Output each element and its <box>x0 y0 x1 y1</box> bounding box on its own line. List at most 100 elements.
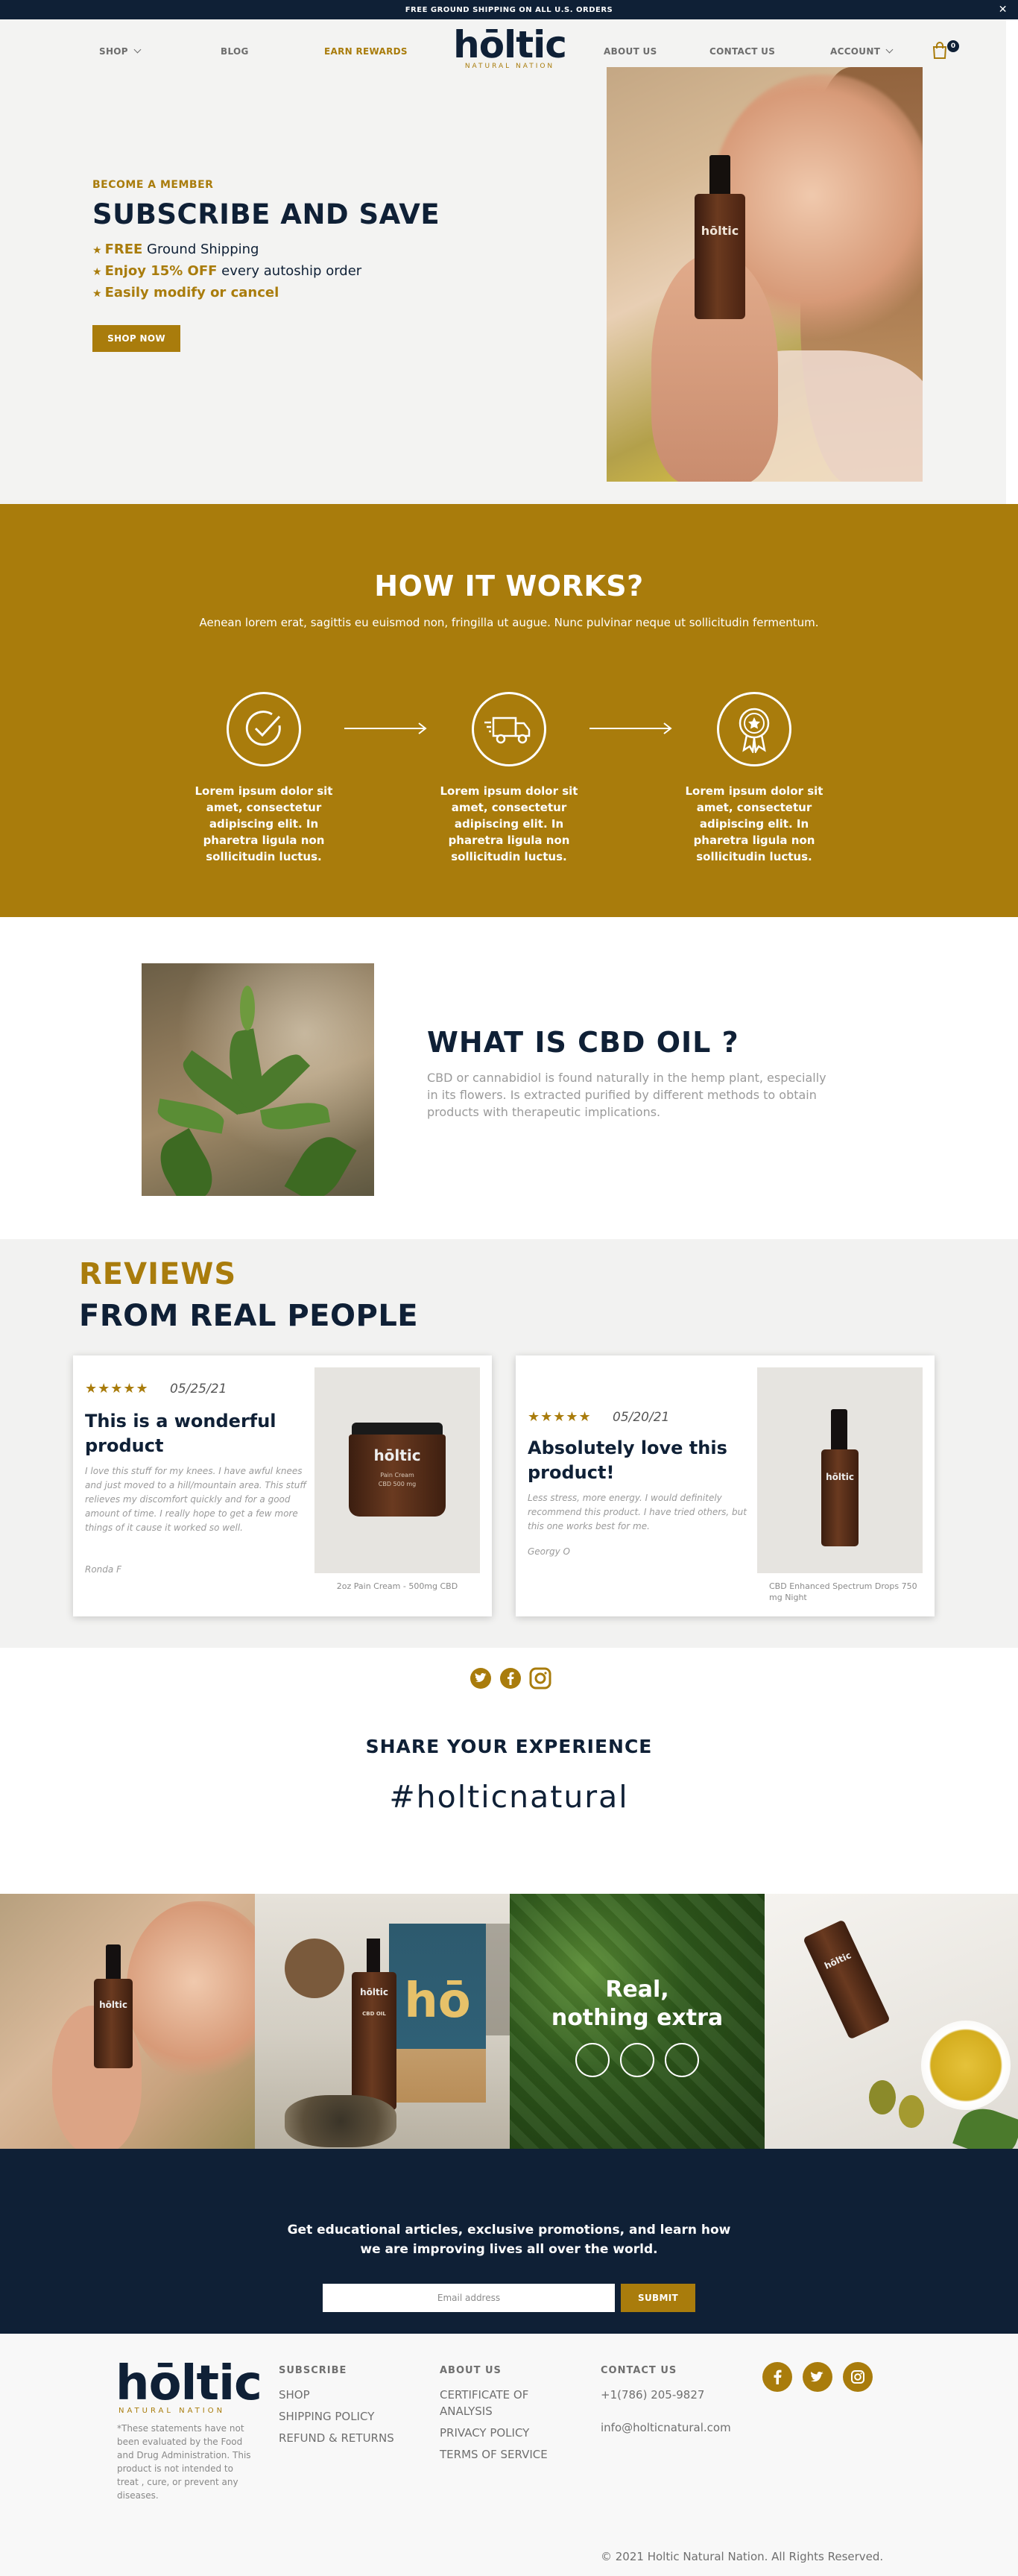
product-caption: CBD Enhanced Spectrum Drops 750 mg Night <box>769 1581 917 1602</box>
star-icon: ★ <box>92 266 102 278</box>
hero-eyebrow: BECOME A MEMBER <box>92 179 214 191</box>
jar-sub: CBD 500 mg <box>378 1481 417 1487</box>
submit-button[interactable]: SUBMIT <box>621 2284 695 2312</box>
footer-link-certificate[interactable]: CERTIFICATE OF ANALYSIS <box>440 2387 551 2419</box>
logo-tagline: NATURAL NATION <box>464 63 555 70</box>
review-author: Georgy O <box>528 1546 570 1557</box>
nav-account[interactable]: ACCOUNT <box>830 45 894 57</box>
facebook-icon[interactable] <box>762 2362 792 2392</box>
made-with-natural-badge <box>285 1939 344 1998</box>
perk-highlight: Enjoy 15% OFF <box>104 263 218 279</box>
perk-list: ★ FREE Ground Shipping ★ Enjoy 15% OFF eve… <box>92 239 510 304</box>
facebook-icon[interactable] <box>499 1667 522 1689</box>
nav-blog[interactable]: BLOG <box>221 46 249 57</box>
product-box: hō <box>389 1924 486 2103</box>
close-icon[interactable]: ✕ <box>999 3 1008 16</box>
shop-now-button[interactable]: SHOP NOW <box>92 325 180 352</box>
cbd-title: WHAT IS CBD OIL ? <box>427 1026 739 1059</box>
footer-link-shop[interactable]: SHOP <box>279 2387 394 2403</box>
review-card: ★★★★★ 05/25/21 This is a wonderful produ… <box>73 1355 492 1616</box>
cart-icon[interactable] <box>932 42 948 60</box>
twitter-icon[interactable] <box>803 2362 832 2392</box>
star-rating: ★★★★★ <box>528 1409 592 1425</box>
review-title: This is a wonderful product <box>85 1411 276 1456</box>
product-image: hōltic Pain Cream CBD 500 mg <box>314 1367 480 1573</box>
logo-wordmark: hōltic <box>453 23 567 66</box>
step-3: Lorem ipsum dolor sit amet, consectetur … <box>680 692 828 865</box>
logo[interactable]: hōltic NATURAL NATION <box>452 25 568 70</box>
step-1: Lorem ipsum dolor sit amet, consectetur … <box>190 692 338 865</box>
cart-count-badge: 0 <box>947 40 959 52</box>
newsletter-section: Get educational articles, exclusive prom… <box>0 2149 1018 2334</box>
perk-text: Ground Shipping <box>142 242 259 257</box>
hero-title: SUBSCRIBE AND SAVE <box>92 198 440 230</box>
footer-link-shipping-policy[interactable]: SHIPPING POLICY <box>279 2408 394 2425</box>
footer-email[interactable]: info@holticnatural.com <box>601 2419 731 2436</box>
gallery-tile[interactable]: Real, nothing extra <box>510 1894 765 2149</box>
nav-about-us[interactable]: ABOUT US <box>604 46 657 57</box>
newsletter-text: Get educational articles, exclusive prom… <box>287 2223 731 2257</box>
arrow-right-icon <box>344 722 427 734</box>
cbd-description: CBD or cannabidiol is found naturally in… <box>427 1071 826 1119</box>
how-it-works-section: HOW IT WORKS? Aenean lorem erat, sagitti… <box>0 504 1018 917</box>
announcement-bar: FREE GROUND SHIPPING ON ALL U.S. ORDERS … <box>0 0 1018 19</box>
how-title: HOW IT WORKS? <box>374 570 644 602</box>
perk-item: ★ Easily modify or cancel <box>92 283 510 304</box>
gallery-tile[interactable]: hō hōltic CBD OIL <box>255 1894 510 2149</box>
product-image: hōltic <box>757 1367 923 1573</box>
star-icon: ★ <box>92 288 102 300</box>
hemp-bud <box>240 986 255 1030</box>
jar-brand: hōltic <box>373 1446 421 1464</box>
nav-shop[interactable]: SHOP <box>99 45 142 57</box>
review-author: Ronda F <box>85 1564 121 1575</box>
review-body: Less stress, more energy. I would defini… <box>528 1493 747 1531</box>
perk-item: ★ Enjoy 15% OFF every autoship order <box>92 261 510 283</box>
perk-item: ★ FREE Ground Shipping <box>92 239 510 261</box>
nav-contact-us[interactable]: CONTACT US <box>709 46 775 57</box>
gallery-tile[interactable]: hōltic <box>0 1894 255 2149</box>
hemp-plant-image <box>142 963 374 1196</box>
footer-link-refund-returns[interactable]: REFUND & RETURNS <box>279 2430 394 2446</box>
cbd-bottle: hōltic <box>94 1979 133 2068</box>
gallery-tile[interactable]: hōltic <box>765 1894 1018 2149</box>
tile-headline-line: Real, <box>605 1977 669 2003</box>
instagram-icon[interactable] <box>529 1667 551 1689</box>
review-card: ★★★★★ 05/20/21 Absolutely love this prod… <box>516 1355 935 1616</box>
instagram-gallery: hōltic hō hōltic CBD OIL Real, nothing e… <box>0 1894 1018 2149</box>
twitter-icon[interactable] <box>470 1667 492 1689</box>
footer-heading: ABOUT US <box>440 2365 502 2376</box>
box-logo: hō <box>404 1974 471 2029</box>
nav-earn-rewards[interactable]: EARN REWARDS <box>324 46 408 57</box>
bottle-label: CBD OIL <box>362 2011 386 2017</box>
star-icon: ★ <box>92 245 102 256</box>
instagram-icon[interactable] <box>843 2362 873 2392</box>
footer-phone[interactable]: +1(786) 205-9827 <box>601 2387 731 2403</box>
cbd-bottle: hōltic <box>803 1919 891 2040</box>
footer-link-terms[interactable]: TERMS OF SERVICE <box>440 2446 551 2463</box>
tile-headline-line: nothing extra <box>551 2005 724 2031</box>
footer-col-contact: CONTACT US +1(786) 205-9827 info@holticn… <box>601 2365 731 2441</box>
footer-link-privacy-policy[interactable]: PRIVACY POLICY <box>440 2425 551 2441</box>
step-text: Lorem ipsum dolor sit amet, consectetur … <box>195 784 333 863</box>
dropper-cap <box>106 1944 121 1983</box>
chevron-down-icon <box>133 45 142 54</box>
dropper-cap <box>367 1939 380 1976</box>
hero-image: hōltic <box>607 67 923 482</box>
footer-social-links <box>762 2362 873 2392</box>
bottle-brand: hōltic <box>826 1472 854 1482</box>
hero-section: SHOP BLOG EARN REWARDS hōltic NATURAL NA… <box>0 19 1006 504</box>
chevron-down-icon <box>885 45 894 54</box>
email-input[interactable] <box>323 2284 615 2312</box>
hero-content: BECOME A MEMBER SUBSCRIBE AND SAVE ★ FREE… <box>92 179 510 352</box>
share-section: SHARE YOUR EXPERIENCE #holticnatural <box>0 1648 1018 1894</box>
nav-account-label: ACCOUNT <box>830 46 881 57</box>
oil-bowl <box>921 2021 1011 2110</box>
bottle-brand: hōltic <box>99 2000 127 2010</box>
bottle-brand: hōltic <box>823 1950 853 1971</box>
olive <box>899 2095 924 2128</box>
footer-logo[interactable]: hōltic NATURAL NATION <box>116 2359 262 2415</box>
jar-label: Pain Cream <box>380 1472 414 1478</box>
award-badge-icon <box>717 692 791 766</box>
leaf-icon <box>575 2043 610 2077</box>
bottle-brand: hōltic <box>701 224 739 238</box>
